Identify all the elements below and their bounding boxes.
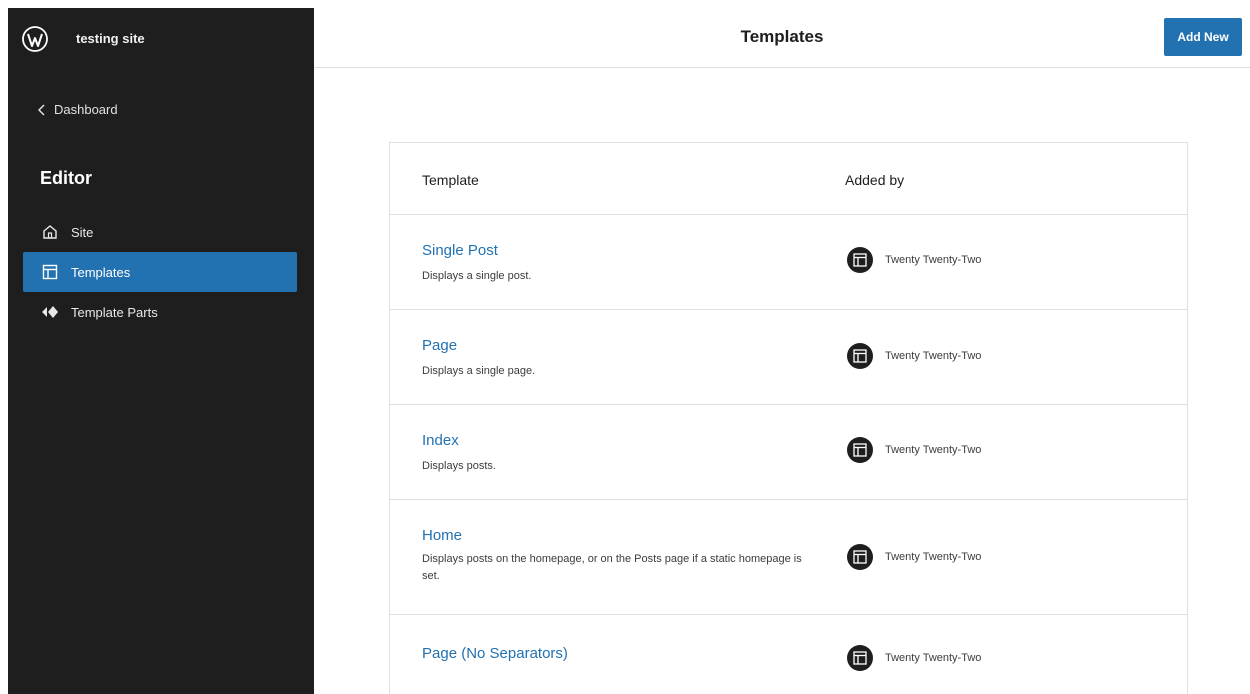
author-name: Twenty Twenty-Two	[885, 350, 982, 362]
template-description: Displays posts on the homepage, or on th…	[422, 553, 802, 582]
author-name: Twenty Twenty-Two	[885, 254, 982, 266]
table-row: Index Displays posts. Twenty Twenty-Two	[390, 405, 1187, 500]
header: Templates Add New	[314, 0, 1250, 68]
site-bar: testing site	[8, 8, 314, 70]
template-author: Twenty Twenty-Two	[847, 437, 981, 463]
editor-heading: Editor	[40, 168, 92, 188]
author-name: Twenty Twenty-Two	[885, 551, 982, 563]
template-title-link[interactable]: Page (No Separators)	[422, 645, 568, 662]
sidebar-item-label: Site	[71, 224, 94, 240]
template-title-link[interactable]: Home	[422, 527, 462, 544]
page-title: Templates	[740, 27, 824, 46]
table-row: Single Post Displays a single post. Twen…	[390, 215, 1187, 310]
template-description: Displays posts.	[422, 460, 496, 472]
author-name: Twenty Twenty-Two	[885, 652, 982, 664]
template-author: Twenty Twenty-Two	[847, 645, 981, 671]
author-name: Twenty Twenty-Two	[885, 444, 982, 456]
site-name[interactable]: testing site	[76, 31, 145, 46]
table-header: Template Added by	[390, 143, 1187, 215]
template-description: Displays a single page.	[422, 365, 536, 377]
column-header-added-by: Added by	[845, 172, 905, 188]
sidebar-item-label: Template Parts	[71, 304, 158, 320]
wordpress-logo-icon[interactable]	[22, 26, 48, 52]
theme-layout-icon	[847, 645, 873, 671]
sidebar-item-templates[interactable]: Templates	[23, 252, 297, 292]
sidebar-item-template-parts[interactable]: Template Parts	[23, 292, 297, 332]
templates-table: Template Added by Single Post Displays a…	[389, 142, 1188, 694]
home-icon	[41, 223, 59, 241]
symbol-filled-icon	[41, 303, 59, 321]
dashboard-back-link[interactable]: Dashboard	[38, 102, 118, 117]
theme-layout-icon	[847, 437, 873, 463]
sidebar-item-label: Templates	[71, 264, 131, 280]
chevron-left-icon	[38, 103, 45, 116]
dashboard-label: Dashboard	[54, 102, 118, 117]
template-title-link[interactable]: Single Post	[422, 242, 498, 259]
table-row: Page Displays a single page. Twenty Twen…	[390, 310, 1187, 405]
layout-icon	[41, 263, 59, 281]
theme-layout-icon	[847, 247, 873, 273]
template-title-link[interactable]: Index	[422, 432, 459, 449]
template-description: Displays a single post.	[422, 270, 532, 282]
table-row: Page (No Separators) Twenty Twenty-Two	[390, 615, 1187, 694]
template-title-link[interactable]: Page	[422, 337, 457, 354]
add-new-button[interactable]: Add New	[1164, 18, 1242, 56]
template-author: Twenty Twenty-Two	[847, 544, 981, 570]
theme-layout-icon	[847, 343, 873, 369]
column-header-template: Template	[422, 172, 479, 188]
sidebar-item-site[interactable]: Site	[23, 212, 297, 252]
template-author: Twenty Twenty-Two	[847, 247, 981, 273]
template-author: Twenty Twenty-Two	[847, 343, 981, 369]
theme-layout-icon	[847, 544, 873, 570]
sidebar: testing site Dashboard Editor Site Templ…	[8, 8, 314, 694]
table-row: Home Displays posts on the homepage, or …	[390, 500, 1187, 615]
